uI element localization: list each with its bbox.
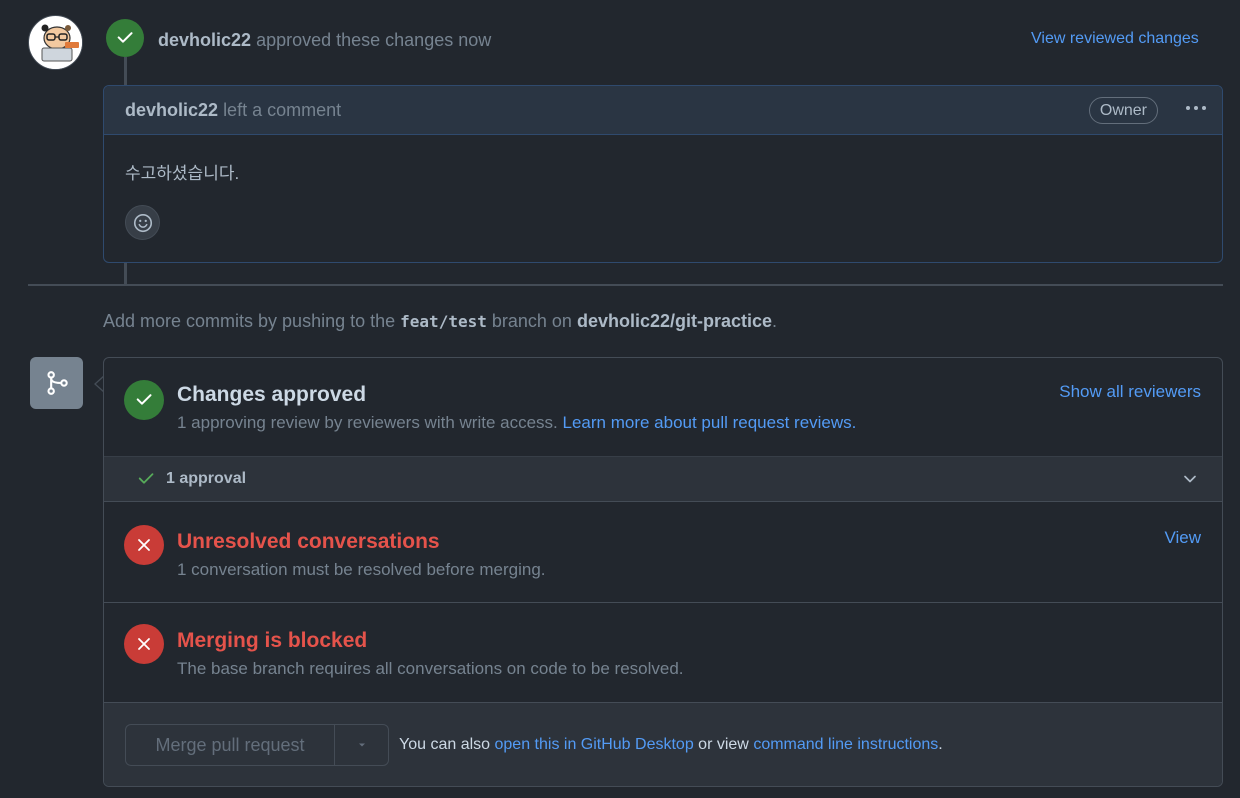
unresolved-status-icon — [124, 525, 164, 565]
view-conversations-link[interactable]: View — [1164, 528, 1201, 548]
comment-header: devholic22 left a comment Owner — [104, 86, 1222, 135]
x-icon — [138, 638, 150, 650]
push-hint: Add more commits by pushing to the feat/… — [103, 311, 777, 332]
kebab-horizontal-icon[interactable] — [1184, 100, 1208, 120]
merge-box: Changes approved 1 approving review by r… — [103, 357, 1223, 787]
footer-text-middle: or view — [698, 736, 749, 753]
chevron-down-icon[interactable] — [1182, 471, 1198, 487]
review-action-text: approved these changes now — [256, 30, 492, 50]
changes-approved-subtitle: 1 approving review by reviewers with wri… — [177, 413, 856, 433]
push-hint-prefix: Add more commits by pushing to the — [103, 311, 396, 331]
approved-status-icon — [124, 380, 164, 420]
merge-button-group: Merge pull request — [125, 724, 389, 766]
reviewer-name[interactable]: devholic22 — [158, 30, 251, 50]
view-reviewed-changes-link[interactable]: View reviewed changes — [1031, 30, 1199, 48]
merge-options-dropdown[interactable] — [335, 725, 388, 765]
review-comment: devholic22 left a comment Owner 수고하셨습니다. — [103, 85, 1223, 263]
approvals-row[interactable]: 1 approval — [104, 456, 1222, 502]
merge-pull-request-button[interactable]: Merge pull request — [126, 725, 335, 765]
check-icon — [136, 394, 152, 405]
merging-blocked-section: Merging is blocked The base branch requi… — [104, 603, 1222, 702]
merge-alternatives-text: You can also open this in GitHub Desktop… — [399, 736, 943, 754]
footer-text-suffix: . — [938, 736, 943, 753]
check-icon — [138, 473, 154, 484]
comment-body: 수고하셨습니다. — [125, 164, 240, 183]
owner-badge: Owner — [1088, 97, 1158, 124]
changes-approved-text: 1 approving review by reviewers with wri… — [177, 413, 558, 432]
more-options-icon — [1186, 106, 1206, 110]
comment-author-line: devholic22 left a comment — [125, 100, 341, 121]
push-hint-middle: branch on — [491, 311, 572, 331]
smiley-icon — [133, 213, 152, 232]
timeline-divider — [28, 284, 1223, 286]
avatar[interactable] — [28, 15, 83, 70]
branch-name: feat/test — [400, 312, 487, 331]
blocked-status-icon — [124, 624, 164, 664]
git-branch-icon — [46, 371, 68, 395]
changes-approved-section: Changes approved 1 approving review by r… — [104, 358, 1222, 456]
show-all-reviewers-link[interactable]: Show all reviewers — [1059, 382, 1201, 402]
unresolved-subtitle: 1 conversation must be resolved before m… — [177, 560, 546, 579]
comment-author[interactable]: devholic22 — [125, 100, 218, 120]
approvals-label: 1 approval — [166, 470, 247, 487]
avatar-image-icon — [29, 16, 82, 69]
blocked-subtitle: The base branch requires all conversatio… — [177, 659, 684, 678]
footer-text-prefix: You can also — [399, 736, 491, 753]
timeline-line — [124, 57, 127, 85]
comment-action-text: left a comment — [223, 99, 342, 120]
open-in-desktop-link[interactable]: open this in GitHub Desktop — [495, 736, 694, 753]
timeline-line — [124, 263, 127, 284]
merge-footer: Merge pull request You can also open thi… — [104, 702, 1222, 786]
changes-approved-title: Changes approved — [177, 383, 367, 406]
approved-check-badge — [106, 19, 144, 57]
blocked-title: Merging is blocked — [177, 629, 368, 652]
git-merge-icon — [30, 357, 83, 409]
unresolved-conversations-section: Unresolved conversations 1 conversation … — [104, 502, 1222, 602]
unresolved-title: Unresolved conversations — [177, 530, 440, 553]
repo-name: devholic22/git-practice — [576, 311, 773, 331]
command-line-instructions-link[interactable]: command line instructions — [753, 736, 938, 753]
triangle-down-icon — [358, 743, 365, 747]
check-icon — [117, 32, 133, 43]
x-icon — [138, 539, 150, 551]
learn-more-reviews-link[interactable]: Learn more about pull request reviews. — [563, 413, 857, 432]
review-summary: devholic22 approved these changes now — [158, 30, 491, 51]
push-hint-suffix: . — [772, 311, 778, 331]
add-reaction-button[interactable] — [125, 205, 160, 240]
